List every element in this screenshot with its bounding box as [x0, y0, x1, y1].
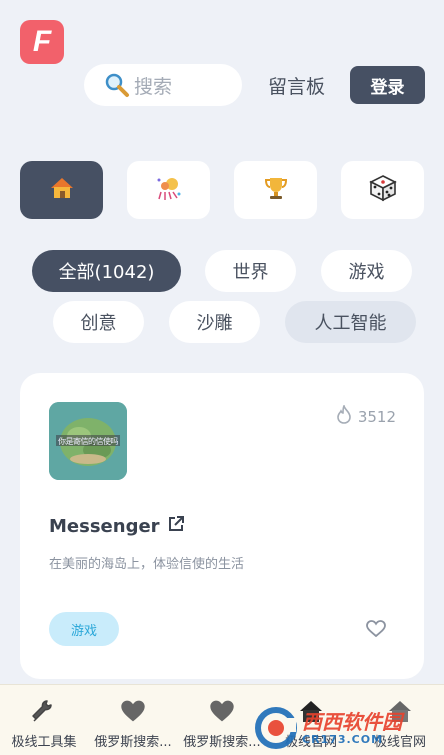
category-tiles [20, 161, 424, 219]
filter-sculpture[interactable]: 沙雕 [169, 301, 260, 343]
heart-icon[interactable] [366, 620, 386, 642]
tile-home[interactable] [20, 161, 103, 219]
card-title-link[interactable]: Messenger [49, 514, 186, 539]
card-description: 在美丽的海岛上，体验信使的生活 [49, 557, 245, 572]
tile-dice[interactable] [341, 161, 424, 219]
filter-world[interactable]: 世界 [205, 250, 296, 292]
heart-icon [120, 697, 146, 725]
house-icon [49, 175, 75, 205]
filter-game[interactable]: 游戏 [321, 250, 412, 292]
nav-russia-search-1[interactable]: 俄罗斯搜索... [89, 685, 177, 755]
logo-letter: F [32, 25, 52, 58]
nav-label: 俄罗斯搜索... [183, 735, 261, 750]
message-board-link[interactable]: 留言板 [268, 72, 325, 99]
card-tag[interactable]: 游戏 [49, 612, 119, 646]
search-placeholder: 搜索 [134, 75, 173, 98]
trophy-icon [263, 175, 289, 205]
search-icon [104, 72, 130, 98]
search-box[interactable]: 搜索 [84, 64, 242, 106]
watermark: 西西软件园 CR173.COM [254, 706, 424, 750]
watermark-sub: CR173.COM [302, 732, 384, 746]
heart-icon [209, 697, 235, 725]
game-card[interactable]: 你是寄信的信使吗 3512 Messenger 在美丽的海岛上，体验信使的生活 … [20, 373, 424, 679]
tile-fireworks[interactable] [127, 161, 210, 219]
filter-ai[interactable]: 人工智能 [285, 301, 416, 343]
wrench-icon [30, 697, 58, 725]
watermark-main: 西西软件园 [302, 709, 402, 734]
filter-all[interactable]: 全部(1042) [32, 250, 181, 292]
game-thumbnail[interactable]: 你是寄信的信使吗 [49, 402, 127, 480]
nav-label: 俄罗斯搜索... [94, 735, 172, 750]
dice-icon [368, 174, 397, 206]
external-link-icon [160, 514, 186, 539]
hot-count: 3512 [336, 403, 396, 428]
watermark-logo-icon [255, 707, 297, 749]
nav-russia-search-2[interactable]: 俄罗斯搜索... [178, 685, 266, 755]
login-button[interactable]: 登录 [350, 66, 425, 104]
hot-count-value: 3512 [357, 407, 396, 426]
flame-icon [336, 403, 358, 428]
nav-toolkit[interactable]: 极线工具集 [0, 685, 88, 755]
thumbnail-caption: 你是寄信的信使吗 [58, 437, 119, 446]
tile-trophy[interactable] [234, 161, 317, 219]
filter-creative[interactable]: 创意 [53, 301, 144, 343]
fireworks-icon [155, 174, 183, 206]
app-logo[interactable]: F [20, 20, 64, 64]
card-title: Messenger [49, 516, 160, 537]
nav-label: 极线工具集 [11, 735, 77, 750]
